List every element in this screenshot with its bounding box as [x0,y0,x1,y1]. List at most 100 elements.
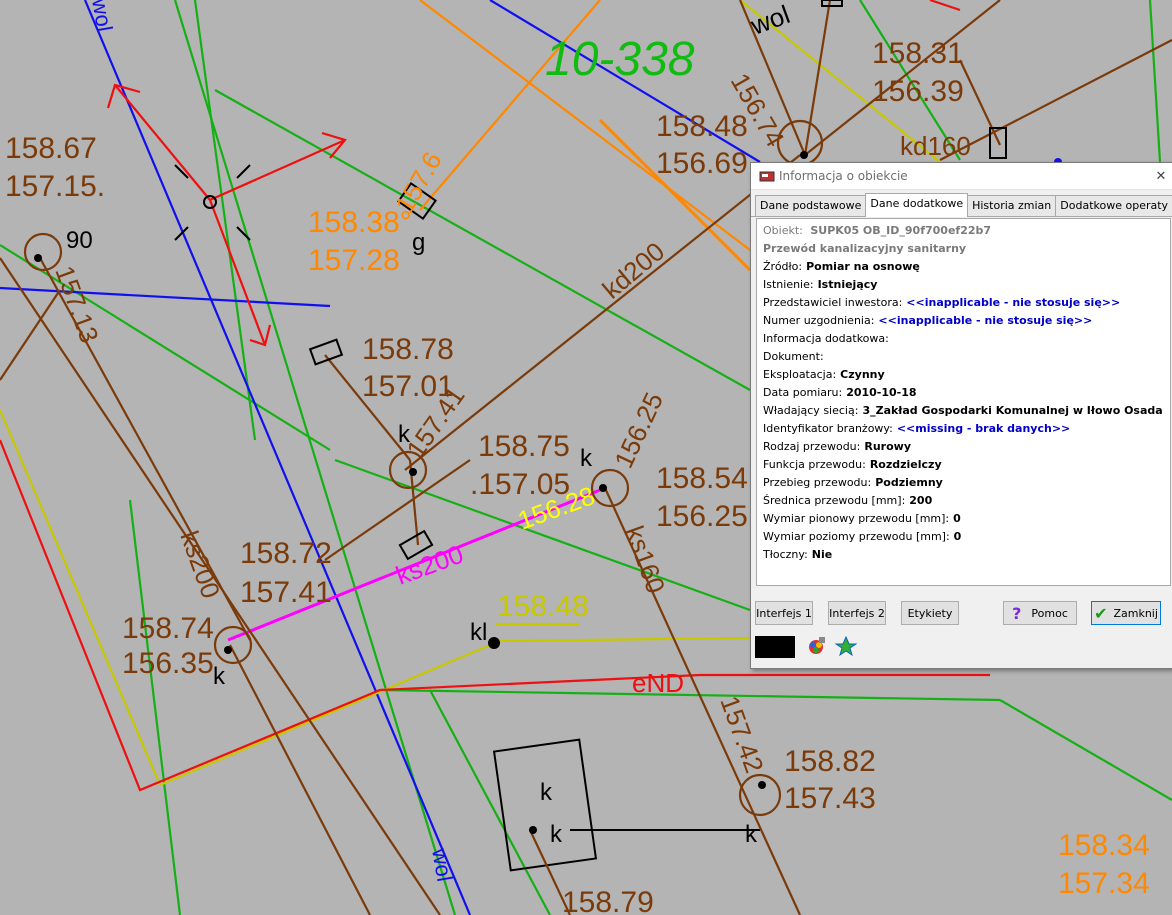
map-label: eND [632,668,684,698]
map-label: 158.54 [656,462,748,495]
map-label: 157.42 [714,692,769,777]
attribute-label: Rodzaj przewodu: [763,440,861,453]
attribute-row: Wymiar poziomy przewodu [mm]: 0 [763,528,1164,546]
attribute-row: Informacja dodatkowa: [763,330,1164,348]
attribute-value: <<missing - brak danych>> [896,422,1071,435]
map-label: wol [427,846,458,884]
attribute-row: Identyfikator branżowy: <<missing - brak … [763,420,1164,438]
attribute-label: Źródło: [763,260,803,273]
map-label: 158.67 [5,132,97,165]
map-label: 157.6 [389,147,448,218]
app-icon [759,171,775,182]
map-label: 156.25 [656,500,748,533]
attribute-label: Data pomiaru: [763,386,843,399]
map-label: k [213,663,226,690]
dialog-title: Informacja o obiekcie [779,169,908,183]
object-id-label: Obiekt: [763,224,803,237]
map-label: k [540,779,553,806]
attribute-row: Przebieg przewodu: Podziemny [763,474,1164,492]
map-label: kd160 [900,131,971,161]
attribute-row: Wymiar pionowy przewodu [mm]: 0 [763,510,1164,528]
map-label: 158.75 [478,430,570,463]
attribute-label: Wymiar pionowy przewodu [mm]: [763,512,950,525]
attribute-value: <<inapplicable - nie stosuje się>> [906,296,1121,309]
map-label: kl [470,619,487,646]
object-type: Przewód kanalizacyjny sanitarny [763,242,967,255]
attribute-row: Średnica przewodu [mm]: 200 [763,492,1164,510]
map-label: 158.79 [562,886,654,915]
attribute-label: Eksploatacja: [763,368,837,381]
attribute-label: Informacja dodatkowa: [763,332,889,345]
interface-1-button[interactable]: Interfejs 1 [755,601,813,625]
object-id-row: Obiekt: SUPK05 OB_ID_90f700ef22b7 [763,222,1164,240]
attribute-row: Dokument: [763,348,1164,366]
attribute-row: Funkcja przewodu: Rozdzielczy [763,456,1164,474]
map-label: wol [87,0,118,33]
attribute-value: Rozdzielczy [869,458,942,471]
map-label: 90 [66,227,93,254]
attribute-row: Istnienie: Istniejący [763,276,1164,294]
tab-basic-data[interactable]: Dane podstawowe [755,195,867,216]
attribute-value: Pomiar na osnowę [806,260,920,273]
color-swatch[interactable] [755,636,795,658]
object-info-dialog: Informacja o obiekcie ✕ Dane podstawowe … [750,162,1172,669]
map-label: ks200 [174,527,226,602]
attribute-row: Rodzaj przewodu: Rurowy [763,438,1164,456]
close-button[interactable]: ✔ Zamknij [1091,601,1161,625]
attribute-value: Istniejący [817,278,878,291]
help-icon: ? [1012,603,1022,623]
close-label: Zamknij [1113,606,1158,620]
attribute-label: Władający siecią: [763,404,859,417]
style-icon[interactable] [835,635,857,657]
map-sheet-number: 10-338 [545,33,695,86]
close-icon[interactable]: ✕ [1149,169,1172,184]
dialog-titlebar[interactable]: Informacja o obiekcie ✕ [751,163,1172,190]
attribute-value: 200 [909,494,933,507]
map-label: 157.34 [1058,867,1150,900]
map-label: 158.72 [240,537,332,570]
button-bar: Interfejs 1 Interfejs 2 Etykiety ? Pomoc… [755,601,1172,629]
interface-2-button[interactable]: Interfejs 2 [828,601,886,625]
map-label: ks160 [619,522,671,597]
attribute-row: Data pomiaru: 2010-10-18 [763,384,1164,402]
map-label: 156.69 [656,147,748,180]
attribute-row: Źródło: Pomiar na osnowę [763,258,1164,276]
map-label: 157.43 [784,782,876,815]
attribute-label: Średnica przewodu [mm]: [763,494,906,507]
attribute-label: Numer uzgodnienia: [763,314,875,327]
tab-bar: Dane podstawowe Dane dodatkowe Historia … [751,193,1172,217]
map-label: 157.41 [240,576,332,609]
attribute-label: Istnienie: [763,278,814,291]
attribute-value: Rurowy [864,440,911,453]
check-icon: ✔ [1094,603,1108,623]
help-button[interactable]: ? Pomoc [1003,601,1077,625]
map-label: 156.39 [872,75,964,108]
attribute-label: Tłoczny: [763,548,808,561]
attribute-value: 0 [953,530,962,543]
attribute-label: Dokument: [763,350,824,363]
tab-additional-data[interactable]: Dane dodatkowe [865,193,969,217]
map-label: 158.34 [1058,829,1150,862]
attribute-value: <<inapplicable - nie stosuje się>> [878,314,1093,327]
map-label: 158.48 [656,110,748,143]
attribute-row: Tłoczny: Nie [763,546,1164,564]
map-label: k [745,821,758,848]
map-label: g [412,229,425,256]
attribute-value: 3_Zakład Gospodarki Komunalnej w Iłowo O… [862,404,1163,417]
attribute-value: Czynny [840,368,885,381]
labels-button[interactable]: Etykiety [901,601,959,625]
attribute-label: Przebieg przewodu: [763,476,872,489]
map-label: kd200 [597,236,671,305]
attributes-panel[interactable]: Obiekt: SUPK05 OB_ID_90f700ef22b7 Przewó… [756,218,1171,586]
attribute-value: Podziemny [875,476,943,489]
map-label: 158.31 [872,37,964,70]
tab-additional-operations[interactable]: Dodatkowe operaty [1055,195,1172,216]
map-label: 158.82 [784,745,876,778]
map-label: k [580,445,593,472]
attribute-value: 0 [953,512,961,525]
tab-change-history[interactable]: Historia zmian [967,195,1057,216]
attribute-row: Przedstawiciel inwestora: <<inapplicable … [763,294,1164,312]
map-label: k [550,821,563,848]
palette-icon[interactable] [805,635,827,657]
map-label: 156.35 [122,647,214,680]
